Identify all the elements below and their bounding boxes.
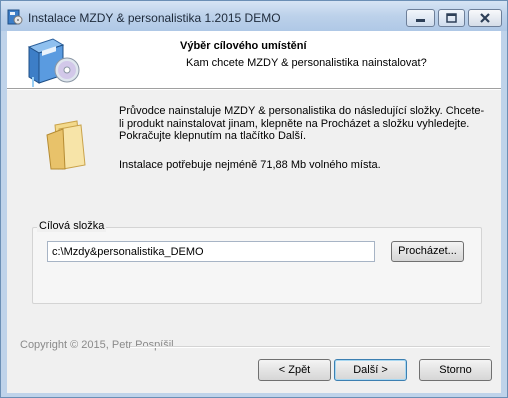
maximize-icon bbox=[446, 13, 457, 23]
header-divider bbox=[7, 89, 501, 90]
maximize-button[interactable] bbox=[438, 9, 465, 27]
header-title: Výběr cílového umístění bbox=[180, 40, 307, 52]
folder-icon bbox=[45, 119, 91, 171]
close-icon bbox=[480, 13, 490, 23]
destination-group-label: Cílová složka bbox=[37, 220, 107, 232]
copyright-text: Copyright © 2015, Petr Pospíšil bbox=[20, 339, 174, 351]
title-bar[interactable]: Instalace MZDY & personalistika 1.2015 D… bbox=[1, 1, 507, 31]
dialog-client-area: Výběr cílového umístění Kam chcete MZDY … bbox=[7, 31, 501, 393]
minimize-button[interactable] bbox=[406, 9, 435, 27]
destination-path-input[interactable] bbox=[47, 241, 375, 262]
install-description: Průvodce nainstaluje MZDY & personalisti… bbox=[119, 105, 485, 142]
cancel-button[interactable]: Storno bbox=[419, 359, 492, 381]
back-button[interactable]: < Zpět bbox=[258, 359, 331, 381]
destination-groupbox bbox=[32, 227, 482, 304]
window-title: Instalace MZDY & personalistika 1.2015 D… bbox=[28, 11, 281, 25]
minimize-icon bbox=[416, 19, 425, 22]
installer-app-icon bbox=[7, 9, 23, 25]
install-setup-icon bbox=[23, 33, 81, 89]
footer-divider bbox=[130, 346, 490, 348]
next-button[interactable]: Další > bbox=[334, 359, 407, 381]
browse-button[interactable]: Procházet... bbox=[391, 241, 464, 262]
wizard-header: Výběr cílového umístění Kam chcete MZDY … bbox=[7, 31, 501, 89]
space-required-text: Instalace potřebuje nejméně 71,88 Mb vol… bbox=[119, 159, 381, 171]
header-subtitle: Kam chcete MZDY & personalistika nainsta… bbox=[186, 57, 427, 69]
installer-window: Instalace MZDY & personalistika 1.2015 D… bbox=[0, 0, 508, 398]
close-button[interactable] bbox=[468, 9, 502, 27]
